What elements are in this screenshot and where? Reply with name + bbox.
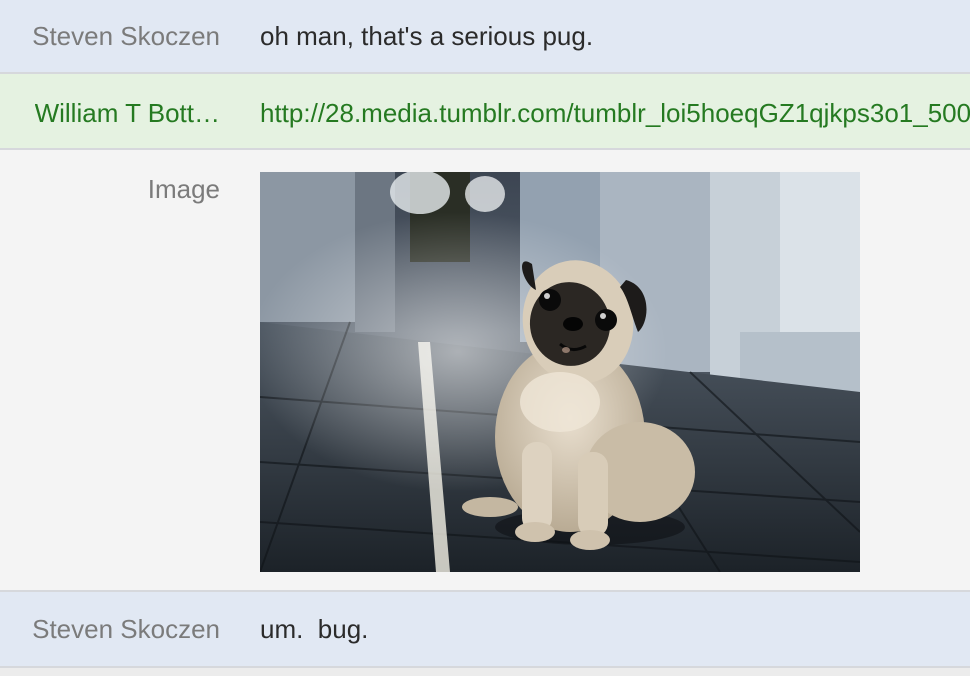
message-author[interactable]: Steven Skoczen: [32, 21, 220, 52]
message-text: um. bug.: [260, 614, 369, 644]
image-embed-row: Image: [0, 150, 970, 592]
message-link[interactable]: http://28.media.tumblr.com/tumblr_loi5ho…: [260, 98, 970, 129]
chat-log: Steven Skoczen oh man, that's a serious …: [0, 0, 970, 676]
embed-label: Image: [147, 174, 220, 204]
message-text: oh man, that's a serious pug.: [260, 21, 594, 51]
message-author[interactable]: William T Bott…: [35, 98, 220, 129]
chat-log-footer: [0, 668, 970, 676]
pug-photo-image[interactable]: [260, 172, 860, 572]
chat-message-row: Steven Skoczen um. bug.: [0, 592, 970, 668]
message-author[interactable]: Steven Skoczen: [32, 614, 220, 645]
chat-message-row: William T Bott… http://28.media.tumblr.c…: [0, 74, 970, 150]
chat-message-row: Steven Skoczen oh man, that's a serious …: [0, 0, 970, 74]
